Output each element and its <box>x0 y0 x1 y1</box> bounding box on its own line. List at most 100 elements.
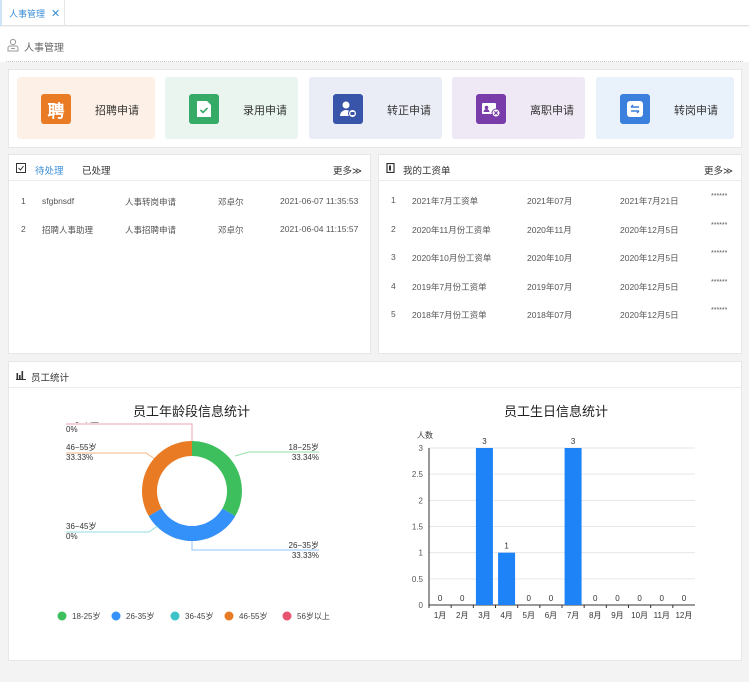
bar-value-label: 0 <box>637 594 642 603</box>
payroll-amount: ****** <box>711 278 728 286</box>
payroll-more-link[interactable]: 更多≫ <box>704 163 733 177</box>
legend-label: 46-55岁 <box>239 611 267 621</box>
quick-action-recruit[interactable]: 聘 招聘申请 <box>17 77 155 139</box>
payroll-name: 2018年7月份工资单 <box>412 310 487 320</box>
employee-stats-panel: 员工统计 员工年龄段信息统计 员工生日信息统计 18−25岁 33.34% 26−3… <box>8 361 742 661</box>
x-tick-label: 9月 <box>611 611 623 620</box>
bar-value-label: 1 <box>504 542 509 551</box>
legend-label: 36-45岁 <box>185 611 213 621</box>
row-number: 3 <box>391 252 396 262</box>
slice-percent: 0% <box>66 425 78 434</box>
quick-action-hire[interactable]: 录用申请 <box>165 77 298 139</box>
x-tick-label: 8月 <box>589 611 601 620</box>
legend-label: 56岁以上 <box>297 611 330 621</box>
payroll-row[interactable]: 3 2020年10月份工资单 2020年10月 2020年12月5日 ****** <box>379 243 741 271</box>
slice-label: 26−35岁 <box>289 540 319 550</box>
slice-label: 36−45岁 <box>66 521 96 531</box>
y-tick-label: 2.5 <box>412 470 424 479</box>
task-time: 2021-06-07 11:35:53 <box>280 196 359 206</box>
x-tick-label: 6月 <box>545 611 557 620</box>
task-row[interactable]: 2 招聘人事助理 人事招聘申请 邓卓尔 2021-06-04 11:15:57 <box>9 215 370 243</box>
donut-slice-26-35岁 <box>148 508 236 541</box>
x-tick-label: 7月 <box>567 611 579 620</box>
quick-action-regularization[interactable]: 转正申请 <box>309 77 442 139</box>
stats-panel-header: 员工统计 <box>9 362 741 388</box>
tab-pending[interactable]: 待处理 <box>35 163 64 177</box>
leader-line <box>66 423 193 441</box>
bar-value-label: 3 <box>571 437 576 446</box>
legend-marker <box>57 611 67 621</box>
row-number: 1 <box>21 196 26 206</box>
quick-action-transfer[interactable]: 转岗申请 <box>596 77 734 139</box>
x-tick-label: 5月 <box>523 611 535 620</box>
payroll-row[interactable]: 2 2020年11月份工资单 2020年11月 2020年12月5日 ****** <box>379 215 741 243</box>
birthday-bar-chart: 0 0.5 1 1.5 2 2.5 3 人数 0 1月 0 2月 3 3月 1 4月 0 5月 0 6月 3 7月 0 8月 0… <box>412 430 695 620</box>
y-tick-label: 0 <box>419 601 424 610</box>
payroll-name: 2021年7月工资单 <box>412 196 479 206</box>
task-type: 人事转岗申请 <box>125 197 177 207</box>
divider <box>6 61 743 62</box>
page-header: 人事管理 <box>0 27 749 62</box>
birthday-chart-title: 员工生日信息统计 <box>504 404 609 419</box>
payroll-month: 2018年07月 <box>527 310 573 320</box>
row-number: 1 <box>391 195 396 205</box>
quick-action-label: 转岗申请 <box>674 105 718 117</box>
tasks-panel: 待处理 已处理 更多≫ 1 sfgbnsdf 人事转岗申请 邓卓尔 2021-0… <box>8 154 371 354</box>
payroll-name: 2020年10月份工资单 <box>412 253 492 263</box>
payroll-panel: 我的工资单 更多≫ 1 2021年7月工资单 2021年07月 2021年7月21日 *… <box>378 154 742 354</box>
legend-marker <box>111 611 121 621</box>
bar-value-label: 0 <box>660 594 665 603</box>
tasks-panel-header: 待处理 已处理 更多≫ <box>9 155 370 181</box>
bar-value-label: 0 <box>549 594 554 603</box>
bar-value-label: 0 <box>438 594 443 603</box>
slice-percent: 33.34% <box>292 453 319 462</box>
donut-slice-18-25岁 <box>192 441 242 516</box>
legend-marker <box>224 611 234 621</box>
payroll-row[interactable]: 5 2018年7月份工资单 2018年07月 2020年12月5日 ****** <box>379 300 741 328</box>
row-number: 5 <box>391 309 396 319</box>
bar-4月 <box>498 552 516 605</box>
bar-value-label: 0 <box>682 594 687 603</box>
payroll-amount: ****** <box>711 307 728 314</box>
tab-processed[interactable]: 已处理 <box>82 163 111 177</box>
tasks-more-link[interactable]: 更多≫ <box>333 163 362 177</box>
slice-label: 46−55岁 <box>66 442 96 452</box>
payroll-amount: ****** <box>711 221 728 229</box>
payroll-month: 2021年07月 <box>527 196 573 206</box>
x-tick-label: 11月 <box>654 611 670 620</box>
tab-hr-management[interactable]: 人事管理 ✕ <box>0 0 65 26</box>
legend-marker <box>170 611 180 621</box>
y-tick-label: 1 <box>419 549 424 558</box>
quick-action-label: 转正申请 <box>387 105 431 117</box>
bar-3月 <box>475 448 493 605</box>
x-tick-label: 1月 <box>434 611 446 620</box>
legend-marker <box>282 611 292 621</box>
slice-percent: 33.33% <box>66 453 93 462</box>
payroll-name: 2020年11月份工资单 <box>412 224 491 235</box>
bar-value-label: 3 <box>482 437 487 446</box>
payroll-date: 2020年12月5日 <box>620 224 679 235</box>
donut-slice-46-55岁 <box>142 441 192 516</box>
payroll-row[interactable]: 1 2021年7月工资单 2021年07月 2021年7月21日 ****** <box>379 186 741 214</box>
age-donut-chart: 18−25岁33.34%26−35岁33.33%36−45岁0%46−55岁33… <box>57 422 330 621</box>
hire-document-icon <box>189 94 219 124</box>
slice-label: 56岁以上 <box>66 422 99 424</box>
legend-label: 18-25岁 <box>72 611 100 621</box>
age-chart-title: 员工年龄段信息统计 <box>133 404 251 419</box>
payroll-row[interactable]: 4 2019年7月份工资单 2019年07月 2020年12月5日 ****** <box>379 272 741 300</box>
regularization-user-icon <box>333 94 363 124</box>
x-tick-label: 3月 <box>478 611 490 620</box>
bar-7月 <box>564 448 582 605</box>
page-title: 人事管理 <box>24 43 64 54</box>
row-number: 4 <box>391 280 396 291</box>
bar-value-label: 0 <box>615 594 620 603</box>
y-tick-label: 0.5 <box>412 575 424 584</box>
task-row[interactable]: 1 sfgbnsdf 人事转岗申请 邓卓尔 2021-06-07 11:35:5… <box>9 187 370 215</box>
payroll-month: 2020年10月 <box>527 253 573 263</box>
payroll-date: 2020年12月5日 <box>620 281 679 292</box>
slice-label: 18−25岁 <box>289 442 319 452</box>
close-icon[interactable]: ✕ <box>51 7 60 20</box>
user-icon <box>7 38 19 52</box>
quick-action-resignation[interactable]: 离职申请 <box>452 77 585 139</box>
resignation-card-icon <box>476 94 506 124</box>
